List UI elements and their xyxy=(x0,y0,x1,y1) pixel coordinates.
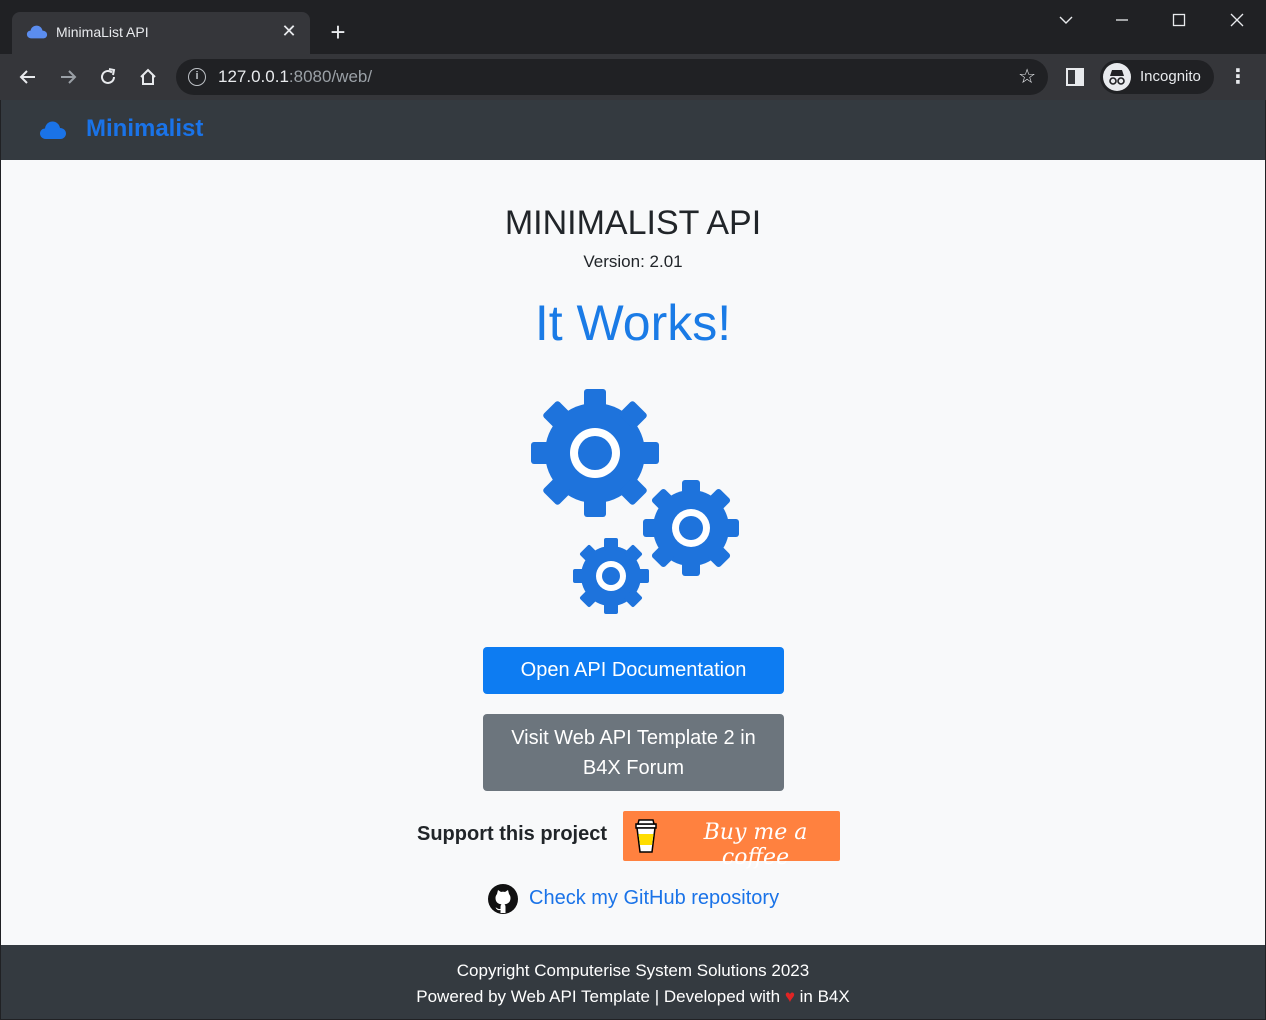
browser-toolbar: i 127.0.0.1:8080/web/ ☆ Incognito ⋮ xyxy=(0,54,1266,100)
gears-icon xyxy=(531,389,739,614)
page-title: MINIMALIST API xyxy=(504,204,762,242)
browser-tab[interactable]: MinimaList API ✕ xyxy=(12,12,310,54)
address-bar[interactable]: i 127.0.0.1:8080/web/ ☆ xyxy=(176,59,1048,95)
home-icon[interactable] xyxy=(132,61,164,93)
url-text: 127.0.0.1:8080/web/ xyxy=(218,67,373,86)
back-arrow-icon[interactable] xyxy=(12,61,44,93)
close-window-icon[interactable] xyxy=(1217,6,1257,36)
minimize-icon[interactable] xyxy=(1102,6,1142,36)
tab-close-icon[interactable]: ✕ xyxy=(278,20,300,42)
github-icon[interactable] xyxy=(487,883,519,915)
bookmark-star-icon[interactable]: ☆ xyxy=(1018,64,1036,89)
coffee-cup-icon xyxy=(635,819,657,853)
site-info-icon[interactable]: i xyxy=(188,68,206,86)
page-footer: Copyright Computerise System Solutions 2… xyxy=(1,945,1265,1019)
heart-icon: ♥ xyxy=(784,987,795,1006)
incognito-profile-button[interactable]: Incognito xyxy=(1100,60,1214,94)
visit-forum-button[interactable]: Visit Web API Template 2 in B4X Forum xyxy=(483,714,784,791)
buy-me-a-coffee-button[interactable]: Buy me a coffee xyxy=(623,811,840,870)
bmc-label: Buy me a coffee xyxy=(703,820,808,870)
browser-menu-icon[interactable]: ⋮ xyxy=(1226,62,1250,92)
browser-titlebar: MinimaList API ✕ + xyxy=(0,0,1266,54)
incognito-label: Incognito xyxy=(1140,68,1201,85)
web-page: Minimalist MINIMALIST API Version: 2.01 … xyxy=(1,100,1265,1019)
tab-search-icon[interactable] xyxy=(1046,6,1086,36)
maximize-icon[interactable] xyxy=(1159,6,1199,36)
status-headline: It Works! xyxy=(534,295,732,351)
cloud-icon[interactable] xyxy=(39,119,67,141)
reload-icon[interactable] xyxy=(92,61,124,93)
site-navbar: Minimalist xyxy=(1,100,1265,160)
cloud-icon xyxy=(26,25,48,39)
new-tab-button[interactable]: + xyxy=(322,18,354,46)
copyright-text: Copyright Computerise System Solutions 2… xyxy=(456,961,810,980)
side-panel-icon[interactable] xyxy=(1064,66,1086,88)
version-text: Version: 2.01 xyxy=(583,252,683,271)
brand-name[interactable]: Minimalist xyxy=(86,115,203,143)
support-label: Support this project xyxy=(417,823,607,845)
github-repo-link[interactable]: Check my GitHub repository xyxy=(529,887,779,910)
forward-arrow-icon[interactable] xyxy=(52,61,84,93)
powered-by-text: Powered by Web API Template | Developed … xyxy=(1,987,1265,1007)
tab-title: MinimaList API xyxy=(56,24,149,40)
open-api-docs-button[interactable]: Open API Documentation xyxy=(483,647,784,694)
powered-by-suffix: in B4X xyxy=(799,987,850,1006)
powered-by-prefix: Powered by Web API Template | Developed … xyxy=(416,987,781,1006)
incognito-icon xyxy=(1103,63,1131,91)
